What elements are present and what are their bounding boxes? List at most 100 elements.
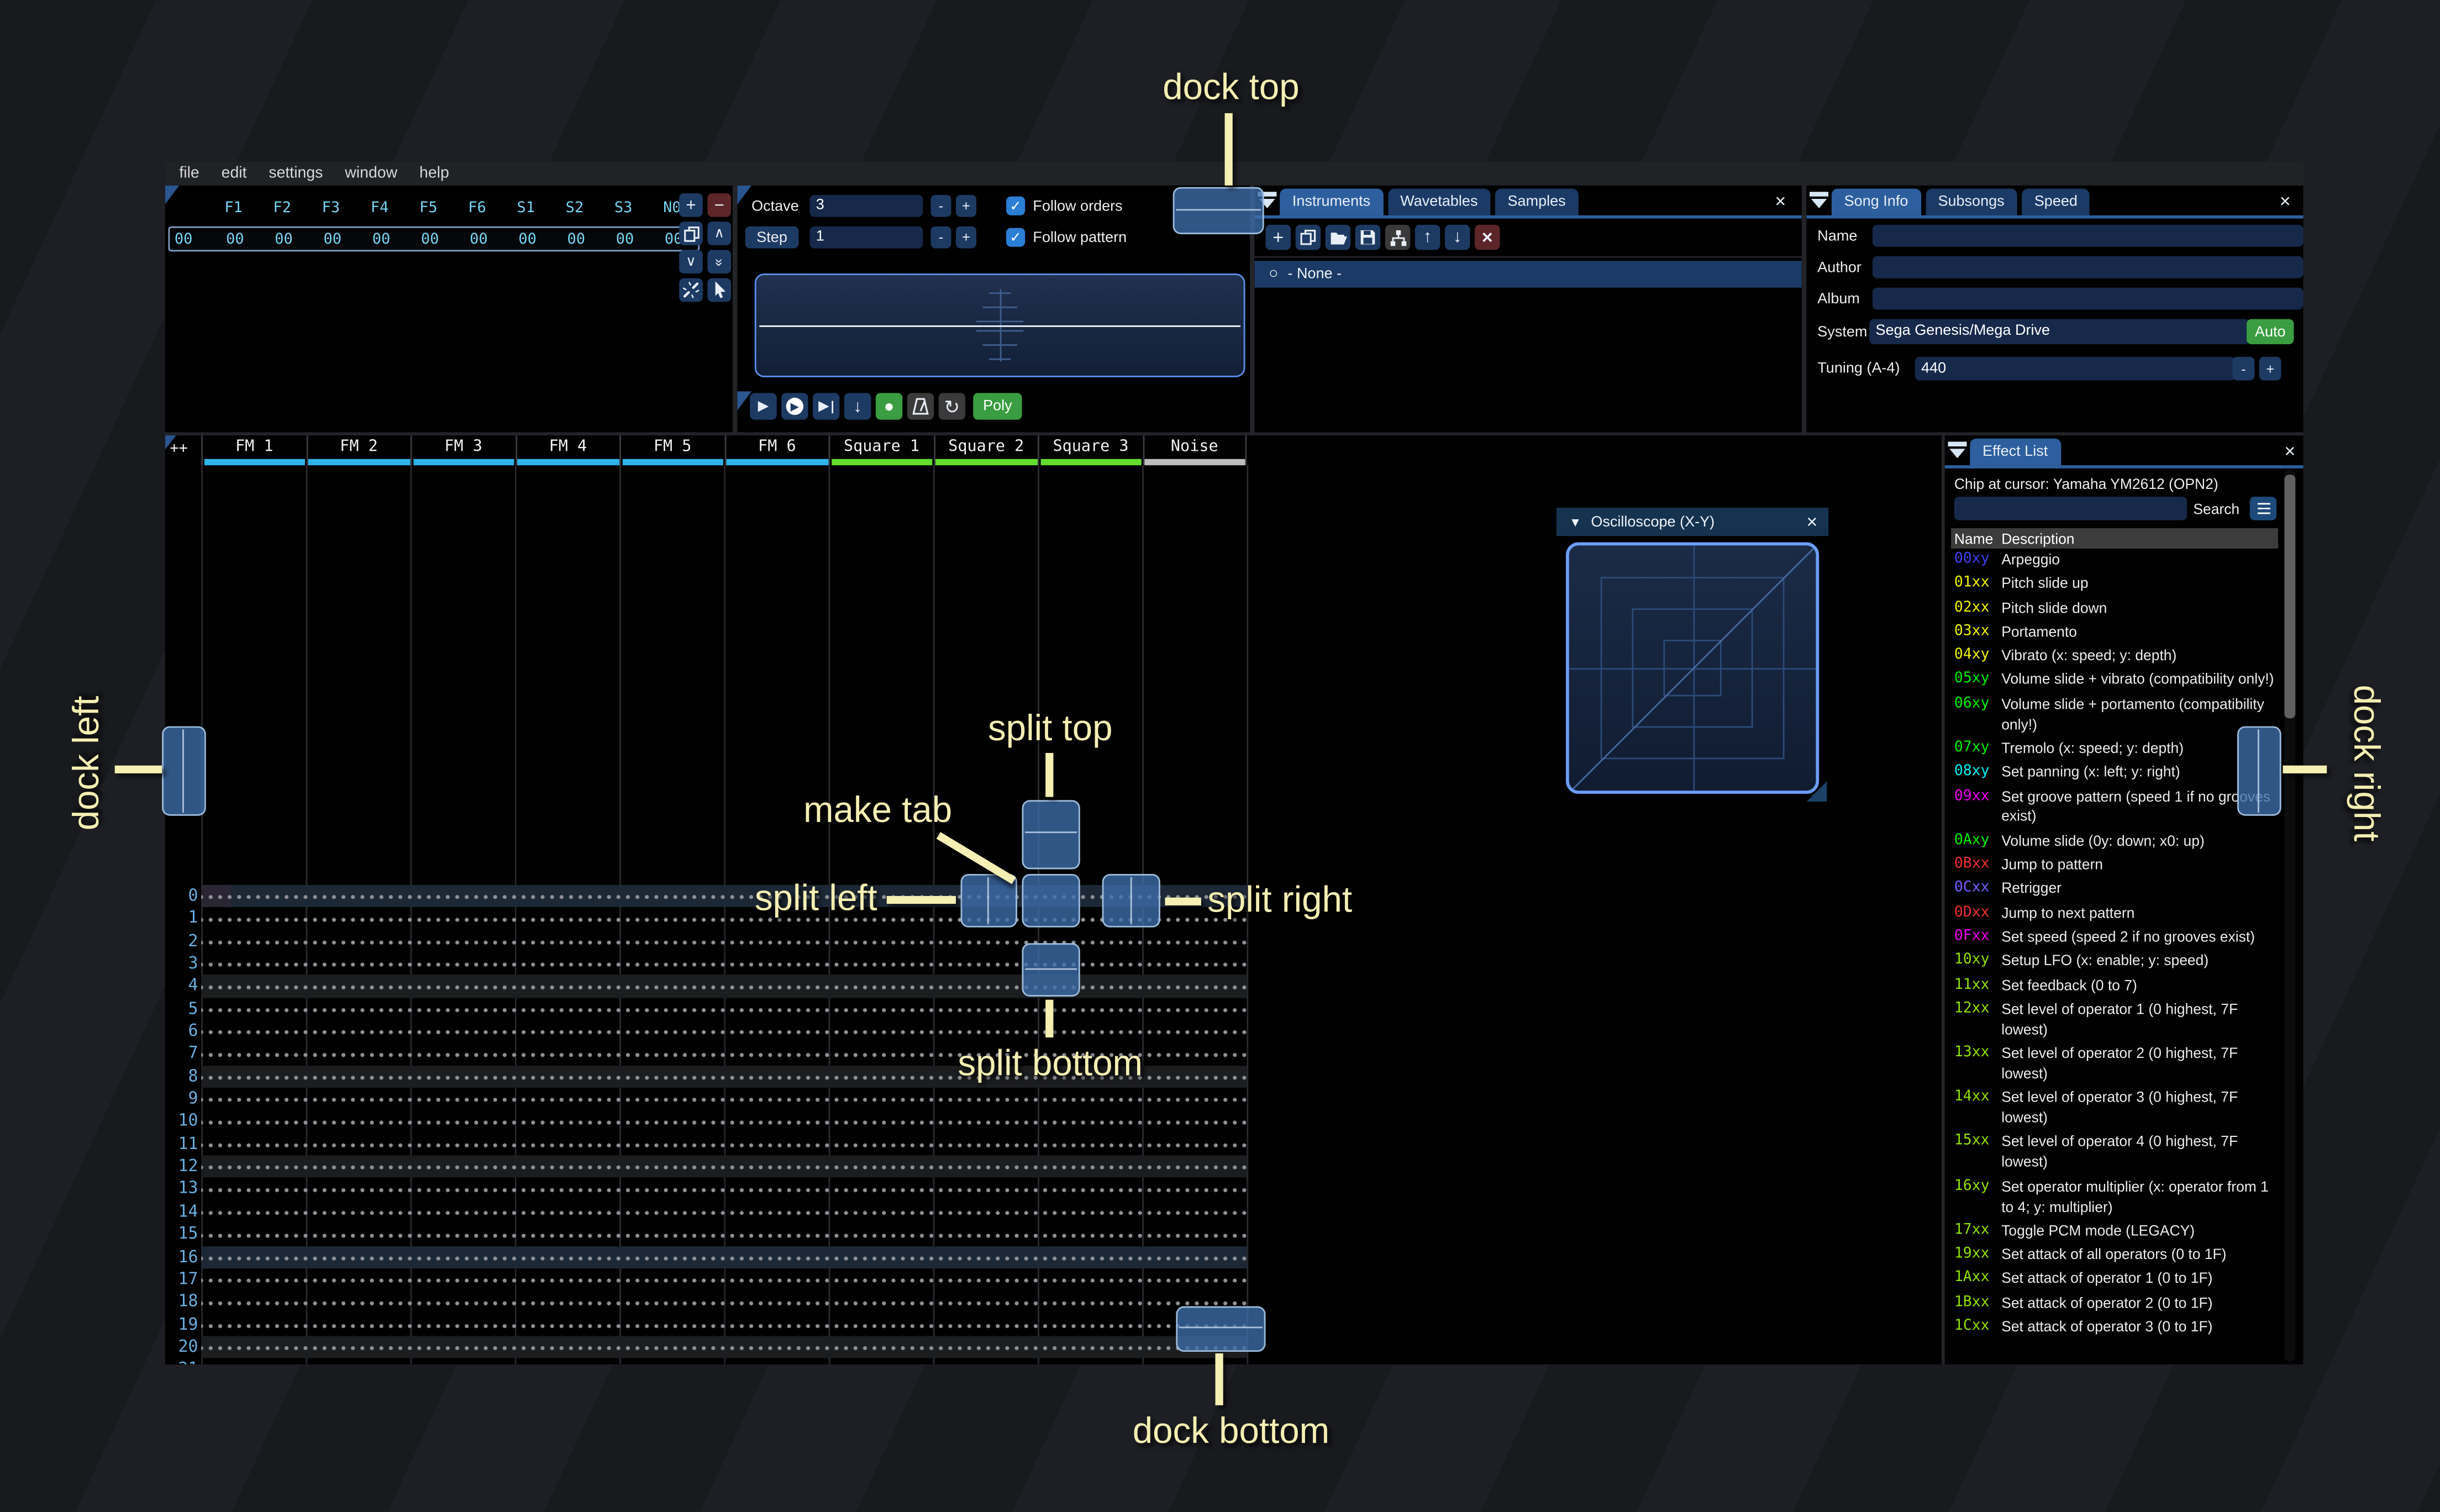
collapse-icon[interactable]: ▼ xyxy=(1569,515,1582,529)
order-cell[interactable]: 00 xyxy=(503,230,552,247)
menu-item[interactable]: settings xyxy=(269,165,323,182)
order-select-mode-button[interactable] xyxy=(707,278,732,302)
tab[interactable]: Wavetables xyxy=(1387,188,1491,215)
effect-row[interactable]: 0Bxx Jump to pattern xyxy=(1945,855,2281,879)
split-bottom-button[interactable] xyxy=(1022,943,1080,997)
step-minus-button[interactable]: - xyxy=(930,226,951,249)
order-cell[interactable]: 00 xyxy=(211,230,259,247)
step-input[interactable]: 1 xyxy=(809,226,923,249)
channel-header[interactable]: Square 1 xyxy=(828,435,933,466)
order-move-up-button[interactable]: ∧ xyxy=(707,222,732,245)
instrument-tree-view-button[interactable] xyxy=(1385,224,1411,250)
row-cells[interactable] xyxy=(201,998,1247,1020)
instrument-delete-button[interactable]: × xyxy=(1474,224,1500,250)
oscilloscope-xy-window[interactable]: ▼ Oscilloscope (X-Y) × xyxy=(1556,508,1829,803)
repeat-pattern-button[interactable]: ↻ xyxy=(938,393,966,420)
effect-row[interactable]: 00xy Arpeggio xyxy=(1945,550,2281,575)
split-top-button[interactable] xyxy=(1022,800,1080,870)
pattern-row[interactable]: 18 xyxy=(165,1290,1942,1314)
effect-search-input[interactable] xyxy=(1954,497,2187,520)
effect-row[interactable]: 02xx Pitch slide down xyxy=(1945,598,2281,623)
effect-row[interactable]: 0Fxx Set speed (speed 2 if no grooves ex… xyxy=(1945,928,2281,952)
order-deep-clone-button[interactable] xyxy=(679,278,703,302)
pattern-row[interactable]: 10 xyxy=(165,1110,1942,1133)
effect-row[interactable]: 05xy Volume slide + vibrato (compatibili… xyxy=(1945,671,2281,695)
pattern-row[interactable]: 17 xyxy=(165,1268,1942,1291)
effect-row[interactable]: 16xy Set operator multiplier (x: operato… xyxy=(1945,1177,2281,1221)
row-cells[interactable] xyxy=(201,1336,1247,1359)
pattern-row[interactable]: 15 xyxy=(165,1223,1942,1246)
pattern-expand-button[interactable]: ++ xyxy=(170,440,188,457)
close-icon[interactable]: × xyxy=(1806,513,1817,531)
order-jump-down-button[interactable]: » xyxy=(707,250,732,274)
instrument-save-button[interactable] xyxy=(1355,224,1381,250)
tab[interactable]: Samples xyxy=(1495,188,1579,215)
effect-row[interactable]: 19xx Set attack of all operators (0 to 1… xyxy=(1945,1245,2281,1269)
channel-header[interactable]: FM 2 xyxy=(306,435,410,466)
name-input[interactable] xyxy=(1872,224,2304,247)
pattern-cursor-cell[interactable] xyxy=(201,884,232,908)
radio-icon[interactable]: ○ xyxy=(1269,266,1278,283)
tuning-plus-button[interactable]: + xyxy=(2259,356,2281,381)
row-cells[interactable] xyxy=(201,1110,1247,1133)
octave-input[interactable]: 3 xyxy=(809,194,923,217)
dock-bottom-button[interactable] xyxy=(1176,1306,1266,1352)
effect-row[interactable]: 04xy Vibrato (x: speed; y: depth) xyxy=(1945,646,2281,671)
effect-list-menu-button[interactable] xyxy=(2249,497,2277,520)
menu-item[interactable]: edit xyxy=(222,165,247,182)
effect-row[interactable]: 11xx Set feedback (0 to 7) xyxy=(1945,976,2281,1000)
order-duplicate-button[interactable] xyxy=(679,222,703,245)
instrument-duplicate-button[interactable] xyxy=(1295,224,1321,250)
order-cell[interactable]: 00 xyxy=(308,230,357,247)
effect-row[interactable]: 0Cxx Retrigger xyxy=(1945,879,2281,904)
order-remove-button[interactable]: − xyxy=(707,193,732,217)
menu-item[interactable]: window xyxy=(345,165,397,182)
instrument-move-down-button[interactable]: ↓ xyxy=(1444,224,1470,250)
instrument-list-item[interactable]: ○ - None - xyxy=(1254,261,1802,288)
metronome-button[interactable] xyxy=(907,393,934,420)
step-one-row-button[interactable]: ↓ xyxy=(844,393,871,420)
system-input[interactable]: Sega Genesis/Mega Drive xyxy=(1869,319,2250,345)
oscilloscope-title-bar[interactable]: ▼ Oscilloscope (X-Y) × xyxy=(1556,508,1829,536)
system-auto-button[interactable]: Auto xyxy=(2247,319,2294,345)
play-button[interactable]: ▶ xyxy=(750,393,777,420)
effect-list-scrollbar[interactable] xyxy=(2284,470,2296,1362)
dock-top-button[interactable] xyxy=(1172,187,1264,234)
order-cell[interactable]: 00 xyxy=(601,230,649,247)
effect-row[interactable]: 01xx Pitch slide up xyxy=(1945,574,2281,598)
pattern-row[interactable]: 5 xyxy=(165,998,1942,1020)
panel-menu-funnel-icon[interactable] xyxy=(1948,441,1967,459)
effect-row[interactable]: 1Axx Set attack of operator 1 (0 to 1F) xyxy=(1945,1269,2281,1294)
close-icon[interactable]: × xyxy=(1775,192,1786,210)
tuning-input[interactable]: 440 xyxy=(1915,356,2236,381)
row-cells[interactable] xyxy=(201,1245,1247,1268)
play-row-button[interactable]: ▶ xyxy=(813,393,840,420)
resize-grip[interactable] xyxy=(1806,781,1827,802)
instrument-add-button[interactable]: + xyxy=(1265,224,1291,250)
effect-row[interactable]: 06xy Volume slide + portamento (compatib… xyxy=(1945,694,2281,739)
row-cells[interactable] xyxy=(201,930,1247,953)
row-cells[interactable] xyxy=(201,1178,1247,1201)
menu-item[interactable]: file xyxy=(179,165,199,182)
effect-row[interactable]: 0Axy Volume slide (0y: down; x0: up) xyxy=(1945,831,2281,856)
pattern-row[interactable]: 6 xyxy=(165,1020,1942,1043)
row-cells[interactable] xyxy=(201,1223,1247,1246)
effect-row[interactable]: 08xy Set panning (x: left; y: right) xyxy=(1945,763,2281,787)
effect-row[interactable]: 03xx Portamento xyxy=(1945,622,2281,646)
effect-row[interactable]: 13xx Set level of operator 2 (0 highest,… xyxy=(1945,1044,2281,1088)
tab-effect-list[interactable]: Effect List xyxy=(1970,438,2061,466)
row-cells[interactable] xyxy=(201,1268,1247,1291)
effect-row[interactable]: 14xx Set level of operator 3 (0 highest,… xyxy=(1945,1088,2281,1132)
channel-header[interactable]: FM 5 xyxy=(619,435,724,466)
pattern-row[interactable]: 20 xyxy=(165,1336,1942,1359)
dock-right-button[interactable] xyxy=(2237,726,2281,816)
tab[interactable]: Subsongs xyxy=(1925,188,2017,215)
order-cell[interactable]: 00 xyxy=(454,230,503,247)
row-cells[interactable] xyxy=(201,1290,1247,1314)
effect-row[interactable]: 17xx Toggle PCM mode (LEGACY) xyxy=(1945,1221,2281,1246)
play-pattern-button[interactable]: ▶ xyxy=(781,393,808,420)
channel-header[interactable]: Square 3 xyxy=(1037,435,1142,466)
effect-row[interactable]: 07xy Tremolo (x: speed; y: depth) xyxy=(1945,739,2281,763)
channel-header[interactable]: FM 1 xyxy=(201,435,306,466)
close-icon[interactable]: × xyxy=(2284,442,2295,461)
